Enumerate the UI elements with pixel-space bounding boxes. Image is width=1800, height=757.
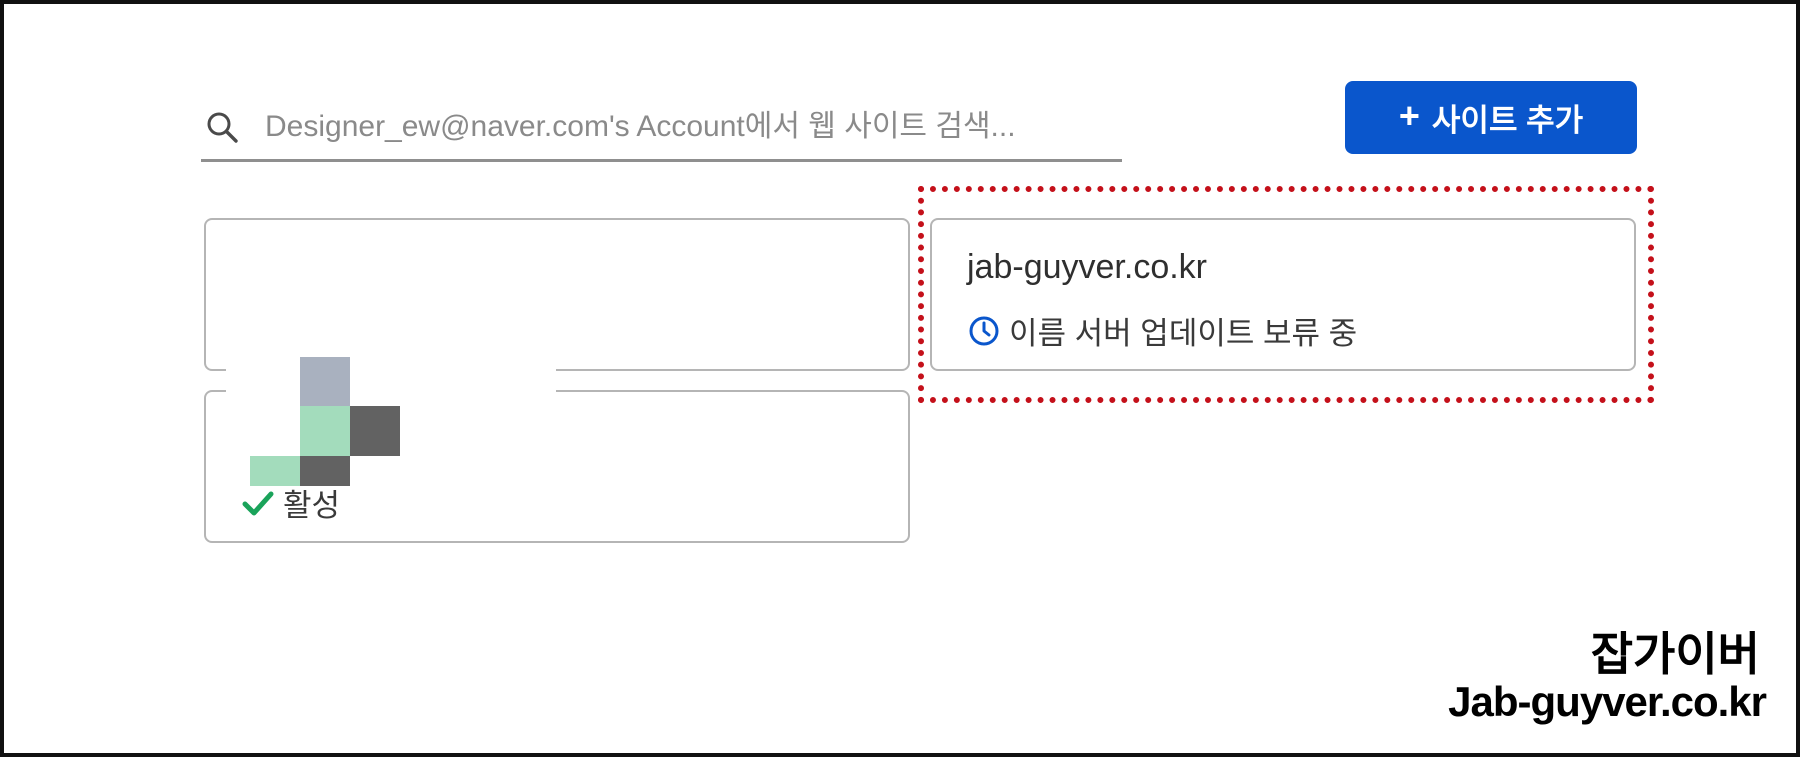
- site-domain: jab-guyver.co.kr: [967, 248, 1207, 286]
- site-status-label: 이름 서버 업데이트 보류 중: [1009, 316, 1358, 351]
- search-icon: [205, 110, 239, 144]
- site-status: 활성: [241, 480, 340, 525]
- search-input[interactable]: [265, 110, 1105, 144]
- site-card[interactable]: [204, 218, 910, 371]
- site-card[interactable]: 활성: [204, 390, 910, 543]
- site-status: 이름 서버 업데이트 보류 중: [967, 308, 1357, 353]
- plus-icon: +: [1398, 95, 1420, 136]
- add-site-button[interactable]: + 사이트 추가: [1345, 81, 1637, 154]
- site-card-jab-guyver[interactable]: jab-guyver.co.kr 이름 서버 업데이트 보류 중: [930, 218, 1636, 371]
- site-status-label: 활성: [283, 488, 341, 523]
- clock-icon: [969, 316, 999, 345]
- watermark-title: 잡가이버: [1590, 628, 1760, 680]
- watermark-url: Jab-guyver.co.kr: [1448, 678, 1767, 725]
- checkmark-icon: [242, 491, 274, 515]
- site-search[interactable]: [201, 95, 1122, 162]
- add-site-label: 사이트 추가: [1431, 103, 1584, 138]
